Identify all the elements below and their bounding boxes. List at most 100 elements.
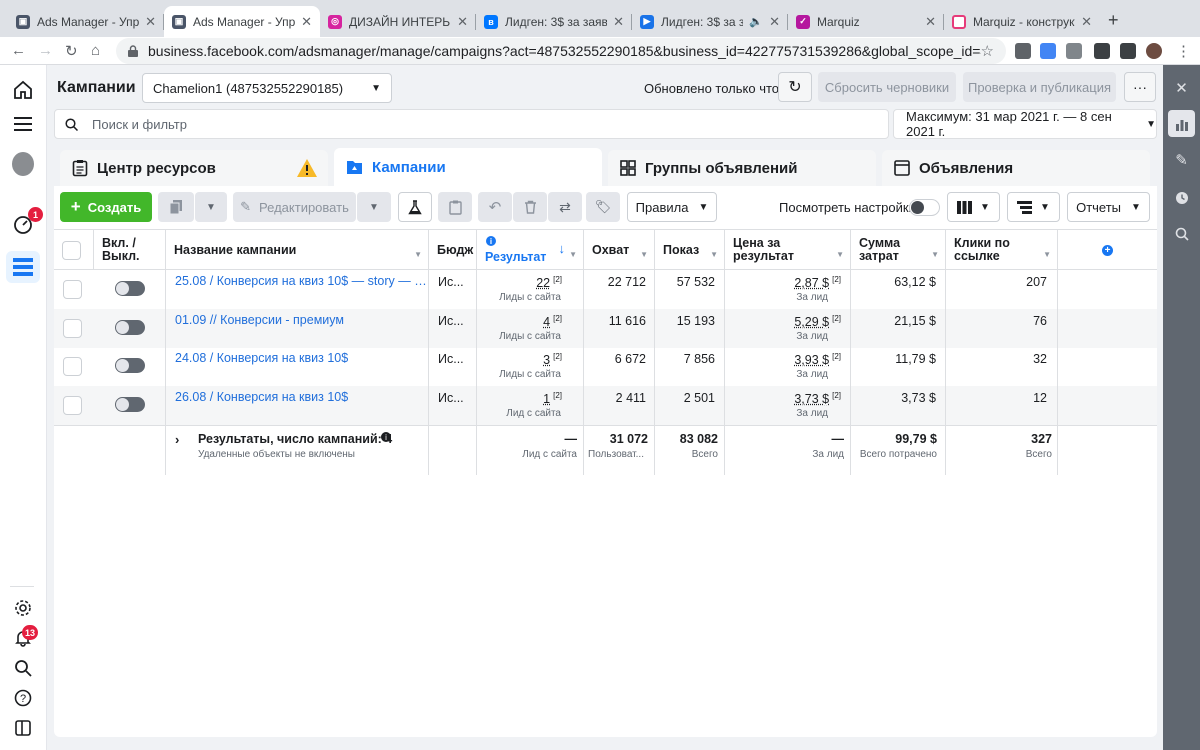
tag-button[interactable]: 🏷	[586, 192, 620, 222]
reload-icon[interactable]: ↻	[65, 42, 78, 60]
discard-drafts-button[interactable]: Сбросить черновики	[818, 72, 956, 102]
table-row[interactable]: 24.08 / Конверсия на квиз 10$ Ис... 3 [2]…	[54, 347, 1157, 386]
ab-test-button[interactable]	[398, 192, 432, 222]
search-filter-input[interactable]: Поиск и фильтр	[54, 109, 889, 139]
back-arrow-icon[interactable]: ←	[11, 42, 26, 59]
search-icon[interactable]	[12, 657, 34, 679]
new-tab-icon[interactable]: +	[1108, 10, 1119, 31]
report-book-icon[interactable]	[12, 717, 34, 739]
inspect-search-icon[interactable]	[1171, 223, 1192, 244]
home-icon[interactable]: ⌂	[91, 42, 100, 59]
translate-extension-icon[interactable]	[1040, 43, 1056, 59]
account-avatar[interactable]	[12, 152, 34, 176]
col-header-name[interactable]: Название кампании ▼	[166, 230, 429, 270]
edit-dropdown-button[interactable]: ▼	[357, 192, 391, 222]
col-header-spend[interactable]: Сумма затрат ▼	[851, 230, 946, 270]
info-icon[interactable]: i	[381, 432, 391, 442]
close-tab-icon[interactable]: ✕	[769, 14, 780, 30]
tab-campaigns[interactable]: Кампании	[334, 148, 602, 186]
media-control-icon[interactable]	[1120, 43, 1136, 59]
tab-ad-sets[interactable]: Группы объявлений	[608, 150, 876, 186]
ads-manager-grid-icon[interactable]	[6, 251, 40, 283]
breakdown-dropdown-button[interactable]: ▼	[1007, 192, 1060, 222]
more-options-button[interactable]: ···	[1124, 72, 1156, 102]
rules-dropdown-button[interactable]: Правила ▼	[627, 192, 717, 222]
browser-tab[interactable]: ◎ ДИЗАЙН ИНТЕРЬЕРА ✕	[320, 6, 476, 37]
close-tab-icon[interactable]: ✕	[613, 14, 624, 30]
close-tab-icon[interactable]: ✕	[301, 14, 312, 30]
delete-button[interactable]	[513, 192, 547, 222]
row-checkbox[interactable]	[63, 319, 82, 338]
forward-arrow-icon[interactable]: →	[38, 42, 53, 59]
export-button[interactable]: ⇄	[548, 192, 582, 222]
browser-tab[interactable]: ✓ Marquiz ✕	[788, 6, 944, 37]
profile-avatar[interactable]	[1146, 43, 1162, 59]
address-bar[interactable]: business.facebook.com/adsmanager/manage/…	[116, 38, 1006, 64]
campaign-name-link[interactable]: 24.08 / Конверсия на квиз 10$	[175, 351, 427, 365]
campaign-toggle[interactable]	[115, 358, 145, 373]
pencil-icon[interactable]: ✎	[1171, 149, 1192, 170]
browser-tab[interactable]: в Лидген: 3$ за заявку ✕	[476, 6, 632, 37]
campaign-name-link[interactable]: 01.09 // Конверсии - премиум	[175, 313, 427, 327]
browser-tab[interactable]: ▣ Ads Manager - Управл ✕	[8, 6, 164, 37]
campaign-toggle[interactable]	[115, 397, 145, 412]
reports-dropdown-button[interactable]: Отчеты ▼	[1067, 192, 1150, 222]
campaign-name-link[interactable]: 25.08 / Конверсия на квиз 10$ — story — …	[175, 274, 427, 288]
duplicate-button[interactable]	[158, 192, 194, 222]
create-button[interactable]: + Создать	[60, 192, 152, 222]
date-range-selector[interactable]: Максимум: 31 мар 2021 г. — 8 сен 2021 г.…	[893, 109, 1157, 139]
settings-gear-icon[interactable]	[12, 597, 34, 619]
view-settings-toggle[interactable]	[909, 199, 940, 216]
col-header-link-clicks[interactable]: Клики по ссылке ▼	[946, 230, 1058, 270]
browser-tab[interactable]: ▶ Лидген: 3$ за за 🔈 ✕	[632, 6, 788, 37]
table-row[interactable]: 01.09 // Конверсии - премиум Ис... 4 [2] …	[54, 309, 1157, 348]
table-row[interactable]: 25.08 / Конверсия на квиз 10$ — story — …	[54, 270, 1157, 309]
devtools-extension-icon[interactable]	[1015, 43, 1031, 59]
select-all-checkbox[interactable]	[62, 240, 81, 260]
help-icon[interactable]: ?	[12, 687, 34, 709]
close-tab-icon[interactable]: ✕	[925, 14, 936, 30]
add-column-icon[interactable]: +	[1102, 244, 1113, 256]
review-publish-button[interactable]: Проверка и публикация	[963, 72, 1116, 102]
refresh-button[interactable]: ↻	[778, 72, 812, 102]
clock-icon[interactable]	[1171, 187, 1192, 208]
row-checkbox[interactable]	[63, 280, 82, 299]
col-header-result[interactable]: i Результат ↓ ▼	[477, 230, 584, 270]
info-icon[interactable]: i	[486, 236, 496, 246]
col-header-impressions[interactable]: Показ ▼	[655, 230, 725, 270]
columns-dropdown-button[interactable]: ▼	[947, 192, 1000, 222]
col-header-onoff[interactable]: Вкл. / Выкл.	[94, 230, 166, 270]
warning-icon[interactable]	[296, 158, 318, 178]
row-checkbox[interactable]	[63, 357, 82, 376]
ad-account-selector[interactable]: Chamelion1 (487532552290185) ▼	[142, 73, 392, 103]
bar-chart-icon[interactable]	[1168, 110, 1195, 137]
campaign-toggle[interactable]	[115, 281, 145, 296]
duplicate-dropdown-button[interactable]: ▼	[195, 192, 227, 222]
campaign-name-link[interactable]: 26.08 / Конверсия на квиз 10$	[175, 390, 427, 404]
paste-button[interactable]	[438, 192, 472, 222]
close-tab-icon[interactable]: ✕	[1081, 14, 1092, 30]
table-row[interactable]: 26.08 / Конверсия на квиз 10$ Ис... 1 [2]…	[54, 386, 1157, 425]
undo-button[interactable]: ↶	[478, 192, 512, 222]
col-header-budget[interactable]: Бюдж	[429, 230, 477, 270]
tab-ads[interactable]: Объявления	[882, 150, 1150, 186]
menu-icon[interactable]	[12, 113, 34, 135]
browser-tab-active[interactable]: ▣ Ads Manager - Управл ✕	[164, 6, 320, 37]
browser-menu-icon[interactable]: ⋮	[1176, 42, 1191, 60]
expand-chevron-icon[interactable]: ›	[175, 432, 179, 447]
col-header-reach[interactable]: Охват ▼	[584, 230, 655, 270]
bookmark-star-icon[interactable]: ☆	[981, 42, 994, 60]
sort-arrow-down-icon[interactable]: ↓	[559, 242, 566, 255]
col-header-cost-per-result[interactable]: Цена за результат ▼	[725, 230, 851, 270]
audio-playing-icon[interactable]: 🔈	[749, 15, 763, 28]
browser-tab[interactable]: Marquiz - конструкто ✕	[944, 6, 1100, 37]
close-icon[interactable]: ✕	[1171, 77, 1192, 98]
row-checkbox[interactable]	[63, 396, 82, 415]
close-tab-icon[interactable]: ✕	[457, 14, 468, 30]
puzzle-extensions-icon[interactable]	[1094, 43, 1110, 59]
edit-button[interactable]: ✎ Редактировать	[233, 192, 356, 222]
close-tab-icon[interactable]: ✕	[145, 14, 156, 30]
home-icon[interactable]	[12, 79, 34, 101]
tab-resource-center[interactable]: Центр ресурсов	[60, 150, 328, 186]
campaign-toggle[interactable]	[115, 320, 145, 335]
